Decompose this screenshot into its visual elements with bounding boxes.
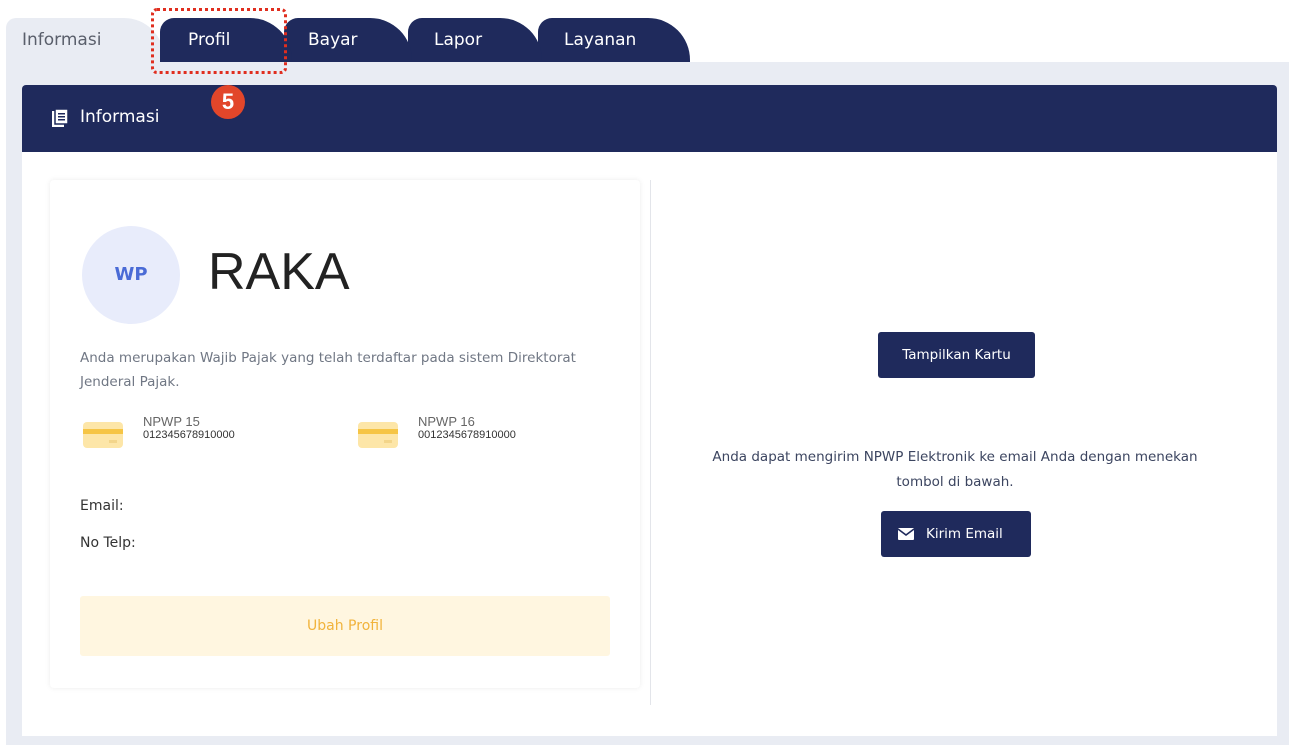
tab-label: Bayar — [308, 30, 358, 50]
avatar: WP — [82, 226, 180, 324]
card-icon — [83, 422, 123, 448]
tab-informasi[interactable]: Informasi — [6, 18, 164, 62]
section-title: Informasi — [80, 107, 160, 127]
send-email-instructions: Anda dapat mengirim NPWP Elektronik ke e… — [712, 449, 1198, 490]
npwp16-item: NPWP 16 0012345678910000 — [358, 414, 598, 450]
npwp16-value: 0012345678910000 — [418, 429, 516, 441]
npwp15-item: NPWP 15 012345678910000 — [83, 414, 303, 450]
tab-bar: Informasi Layanan Lapor Bayar Profil — [0, 14, 700, 62]
section-header: Informasi — [22, 85, 1277, 152]
phone-label: No Telp: — [80, 535, 136, 551]
send-email-label: Kirim Email — [926, 526, 1003, 542]
tab-label: Layanan — [564, 30, 637, 50]
envelope-icon — [898, 528, 914, 540]
document-icon — [52, 109, 68, 127]
edit-profile-button[interactable]: Ubah Profil — [80, 596, 610, 656]
tab-layanan[interactable]: Layanan — [538, 18, 690, 62]
send-email-button[interactable]: Kirim Email — [881, 511, 1031, 557]
registration-description: Anda merupakan Wajib Pajak yang telah te… — [80, 350, 576, 390]
card-icon — [358, 422, 398, 448]
npwp15-value: 012345678910000 — [143, 429, 235, 441]
tab-lapor[interactable]: Lapor — [408, 18, 542, 62]
tab-label: Lapor — [434, 30, 483, 50]
highlight-annotation — [151, 8, 287, 74]
taxpayer-name: RAKA — [208, 243, 350, 301]
column-divider — [650, 180, 651, 705]
tab-label: Informasi — [22, 30, 102, 50]
show-card-button[interactable]: Tampilkan Kartu — [878, 332, 1035, 378]
npwp15-label: NPWP 15 — [143, 414, 200, 429]
email-label: Email: — [80, 498, 124, 514]
tab-bayar[interactable]: Bayar — [284, 18, 412, 62]
npwp16-label: NPWP 16 — [418, 414, 475, 429]
step-number-badge: 5 — [211, 85, 245, 119]
